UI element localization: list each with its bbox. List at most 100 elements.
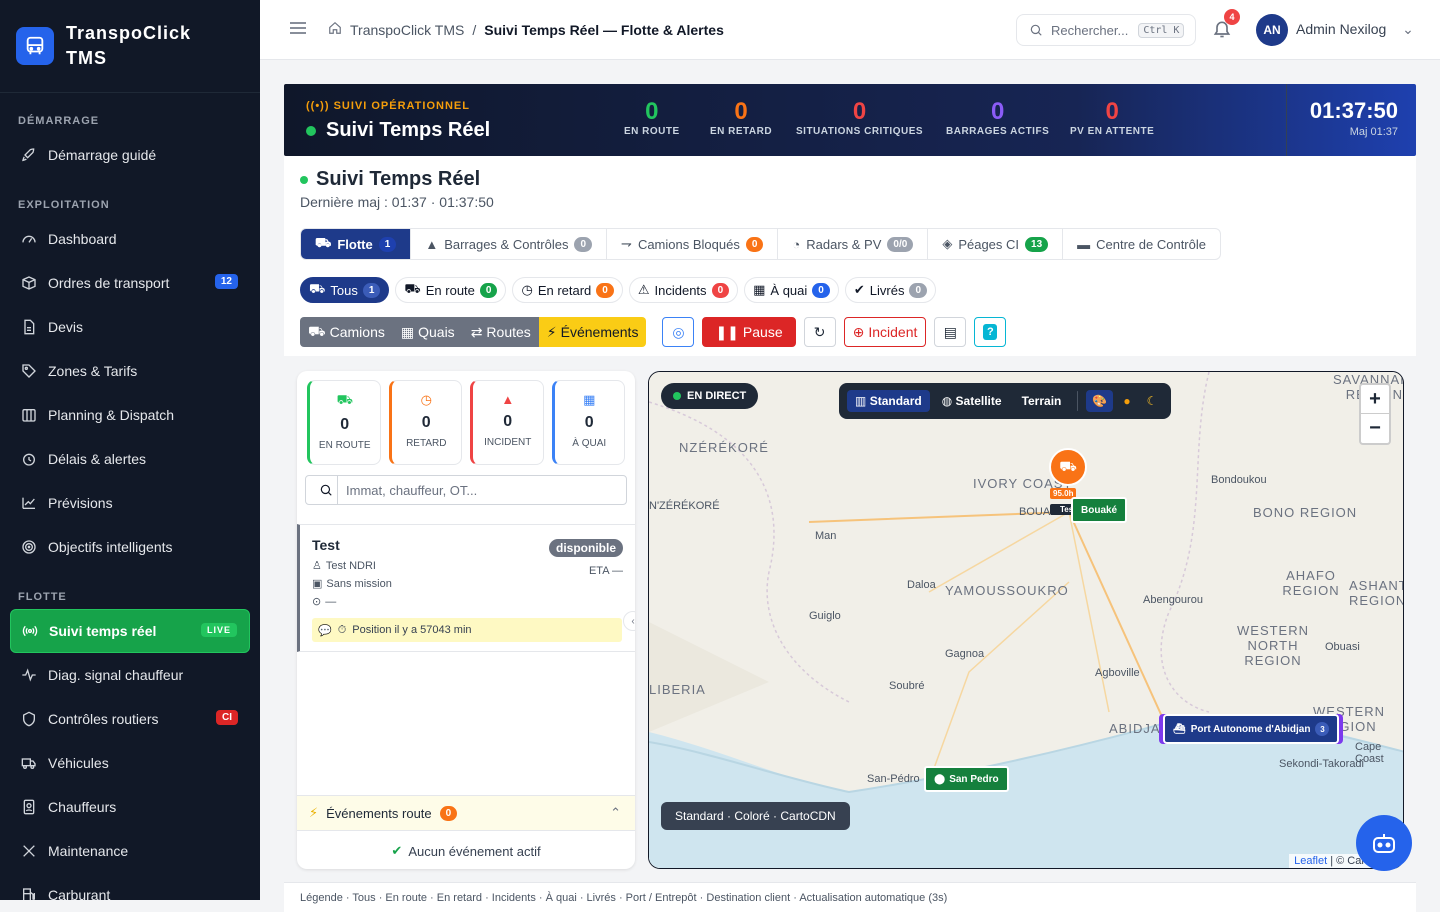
zoom-out-button[interactable]: − xyxy=(1361,414,1389,443)
style-satellite[interactable]: ◍ Satellite xyxy=(934,390,1010,412)
zoom-in-button[interactable]: + xyxy=(1361,385,1389,414)
breadcrumb-separator: / xyxy=(472,21,477,38)
theme-light-button[interactable]: ● xyxy=(1117,390,1136,412)
truck-icon: ⛟ xyxy=(404,281,421,296)
section-exploitation: EXPLOITATION xyxy=(18,199,110,211)
sidebar-item-suivi[interactable]: Suivi temps réel LIVE xyxy=(10,609,250,653)
pause-button[interactable]: ❚❚ Pause xyxy=(702,317,796,347)
filter-tous[interactable]: ⛟ Tous 1 xyxy=(300,277,390,303)
tab-label: Barrages & Contrôles xyxy=(444,236,569,252)
filter-label: À quai xyxy=(770,282,808,298)
avatar[interactable]: AN xyxy=(1256,14,1288,46)
sidebar-item-zones[interactable]: Zones & Tarifs xyxy=(0,349,260,393)
stat-value: 0 xyxy=(990,98,1005,125)
fleet-search[interactable]: Immat, chauffeur, OT... xyxy=(305,475,627,505)
map-label: Daloa xyxy=(907,579,936,591)
vehicle-eta: ETA — xyxy=(588,565,623,577)
view-routes[interactable]: ⇄ Routes xyxy=(462,317,539,347)
events-empty-label: Aucun événement actif xyxy=(408,843,541,859)
timer-icon: ⏱ xyxy=(337,623,347,636)
style-terrain[interactable]: Terrain xyxy=(1014,390,1070,412)
sidebar-item-ordres[interactable]: Ordres de transport 12 xyxy=(0,261,260,305)
zoom-control: + − xyxy=(1359,383,1391,445)
sidebar-item-vehicules[interactable]: Véhicules xyxy=(0,741,260,785)
sidebar-item-delais[interactable]: Délais & alertes xyxy=(0,437,260,481)
filter-label: Livrés xyxy=(869,282,905,298)
map-label: Gagnoa xyxy=(945,648,985,660)
tab-peages[interactable]: ◈ Péages CI 13 xyxy=(928,229,1064,259)
map-label: Obuasi xyxy=(1325,641,1360,653)
sidebar-item-planning[interactable]: Planning & Dispatch xyxy=(0,393,260,437)
tab-count: 1 xyxy=(378,236,397,252)
truck-marker[interactable]: ⛟ xyxy=(1049,448,1087,486)
kpi-a-quai[interactable]: ▦ 0 À QUAI xyxy=(551,380,625,465)
vehicle-card[interactable]: Test disponible ETA — ♙ Test NDRI ▣ Sans m… xyxy=(297,524,635,652)
refresh-button[interactable]: ↻ xyxy=(803,317,836,347)
leaflet-link[interactable]: Leaflet xyxy=(1294,855,1327,867)
tab-barrages[interactable]: ▲ Barrages & Contrôles 0 xyxy=(411,229,608,259)
incident-button[interactable]: ⊕ Incident xyxy=(843,317,927,347)
pin-label: Bouaké xyxy=(1081,504,1118,516)
sidebar-item-controles[interactable]: Contrôles routiers CI xyxy=(0,697,260,741)
pin-bouake[interactable]: Bouaké xyxy=(1071,497,1128,523)
style-standard[interactable]: ▥ Standard xyxy=(847,390,930,412)
tab-centre-controle[interactable]: ▬ Centre de Contrôle xyxy=(1063,229,1220,259)
sidebar-item-chauffeurs[interactable]: Chauffeurs xyxy=(0,785,260,829)
sidebar-item-maintenance[interactable]: Maintenance xyxy=(0,829,260,873)
view-quais[interactable]: ▦ Quais xyxy=(392,317,463,347)
view-evenements[interactable]: ⚡ Événements xyxy=(538,317,647,347)
sidebar-item-label: Délais & alertes xyxy=(48,451,147,467)
kpi-retard[interactable]: ◷ 0 RETARD xyxy=(388,380,462,465)
sidebar-item-devis[interactable]: Devis xyxy=(0,305,260,349)
filter-count: 0 xyxy=(711,282,730,298)
locate-button[interactable]: ◎ xyxy=(662,317,695,347)
vehicle-mission: ▣ Sans mission xyxy=(312,577,623,591)
menu-icon[interactable] xyxy=(290,21,306,38)
help-button[interactable]: ? xyxy=(974,317,1007,347)
sidebar-item-label: Diag. signal chauffeur xyxy=(48,667,184,683)
port-marker[interactable]: ⛴ Port Autonome d'Abidjan 3 xyxy=(1163,714,1340,744)
map-label: YAMOUSSOUKRO xyxy=(945,583,1069,598)
events-header[interactable]: ⚡ Événements route 0 ⌃ xyxy=(297,795,635,831)
control-panel: Suivi Temps Réel Dernière maj : 01:37 · … xyxy=(284,156,1416,356)
theme-dark-button[interactable]: ☾ xyxy=(1141,390,1164,412)
sidebar-item-previsions[interactable]: Prévisions xyxy=(0,481,260,525)
incident-label: Incident xyxy=(868,324,918,340)
sidebar-item-carburant[interactable]: Carburant xyxy=(0,873,260,900)
building-icon: ▦ xyxy=(583,392,596,407)
kpi-en-route[interactable]: ⛟ 0 EN ROUTE xyxy=(307,380,381,465)
map-label: WESTERN NORTH REGION xyxy=(1237,623,1309,668)
sidebar-item-diag[interactable]: Diag. signal chauffeur xyxy=(0,653,260,697)
filter-incidents[interactable]: ⚠ Incidents 0 xyxy=(628,277,739,303)
tab-radars[interactable]: ◔ Radars & PV 0/0 xyxy=(778,229,929,259)
stat-label: EN ROUTE xyxy=(624,126,680,137)
filter-en-route[interactable]: ⛟ En route 0 xyxy=(395,277,507,303)
target-icon xyxy=(20,538,38,556)
theme-color-button[interactable]: 🎨 xyxy=(1086,390,1114,412)
tab-flotte[interactable]: ⛟ Flotte 1 xyxy=(301,229,412,259)
map[interactable]: NZÉRÉKORÉ N'ZÉRÉKORÉ IVORY COAST BOUAKÉ … xyxy=(648,371,1404,869)
global-search[interactable]: Rechercher... Ctrl K xyxy=(1016,14,1196,46)
home-icon[interactable] xyxy=(328,21,342,38)
kpi-incident[interactable]: ▲ 0 INCIDENT xyxy=(470,380,544,465)
filter-a-quai[interactable]: ▦ À quai 0 xyxy=(744,277,839,303)
sun-icon: ● xyxy=(1123,394,1131,408)
view-camions[interactable]: ⛟ Camions xyxy=(300,317,393,347)
sidebar-item-dashboard[interactable]: Dashboard xyxy=(0,217,260,261)
user-name[interactable]: Admin Nexilog ⌄ xyxy=(1296,21,1414,38)
map-icon: ▥ xyxy=(855,394,867,408)
sidebar-item-demarrage[interactable]: Démarrage guidé xyxy=(0,133,260,177)
pin-san-pedro[interactable]: ⬤ San Pedro xyxy=(924,766,1009,792)
pin-label: San Pedro xyxy=(949,773,999,785)
notifications-button[interactable]: 4 xyxy=(1212,9,1240,43)
tab-camions-bloques[interactable]: ⇁ Camions Bloqués 0 xyxy=(607,229,779,259)
assistant-button[interactable] xyxy=(1356,815,1412,871)
breadcrumb-root[interactable]: TranspoClick TMS xyxy=(350,22,464,38)
search-shortcut: Ctrl K xyxy=(1138,22,1185,38)
export-button[interactable]: ▤ xyxy=(934,317,967,347)
sidebar-item-objectifs[interactable]: Objectifs intelligents xyxy=(0,525,260,569)
kpi-value: 0 xyxy=(584,414,594,431)
filter-livres[interactable]: ✔ Livrés 0 xyxy=(844,277,937,303)
brand[interactable]: TranspoClick TMS xyxy=(0,0,260,93)
filter-en-retard[interactable]: ◷ En retard 0 xyxy=(512,277,623,303)
